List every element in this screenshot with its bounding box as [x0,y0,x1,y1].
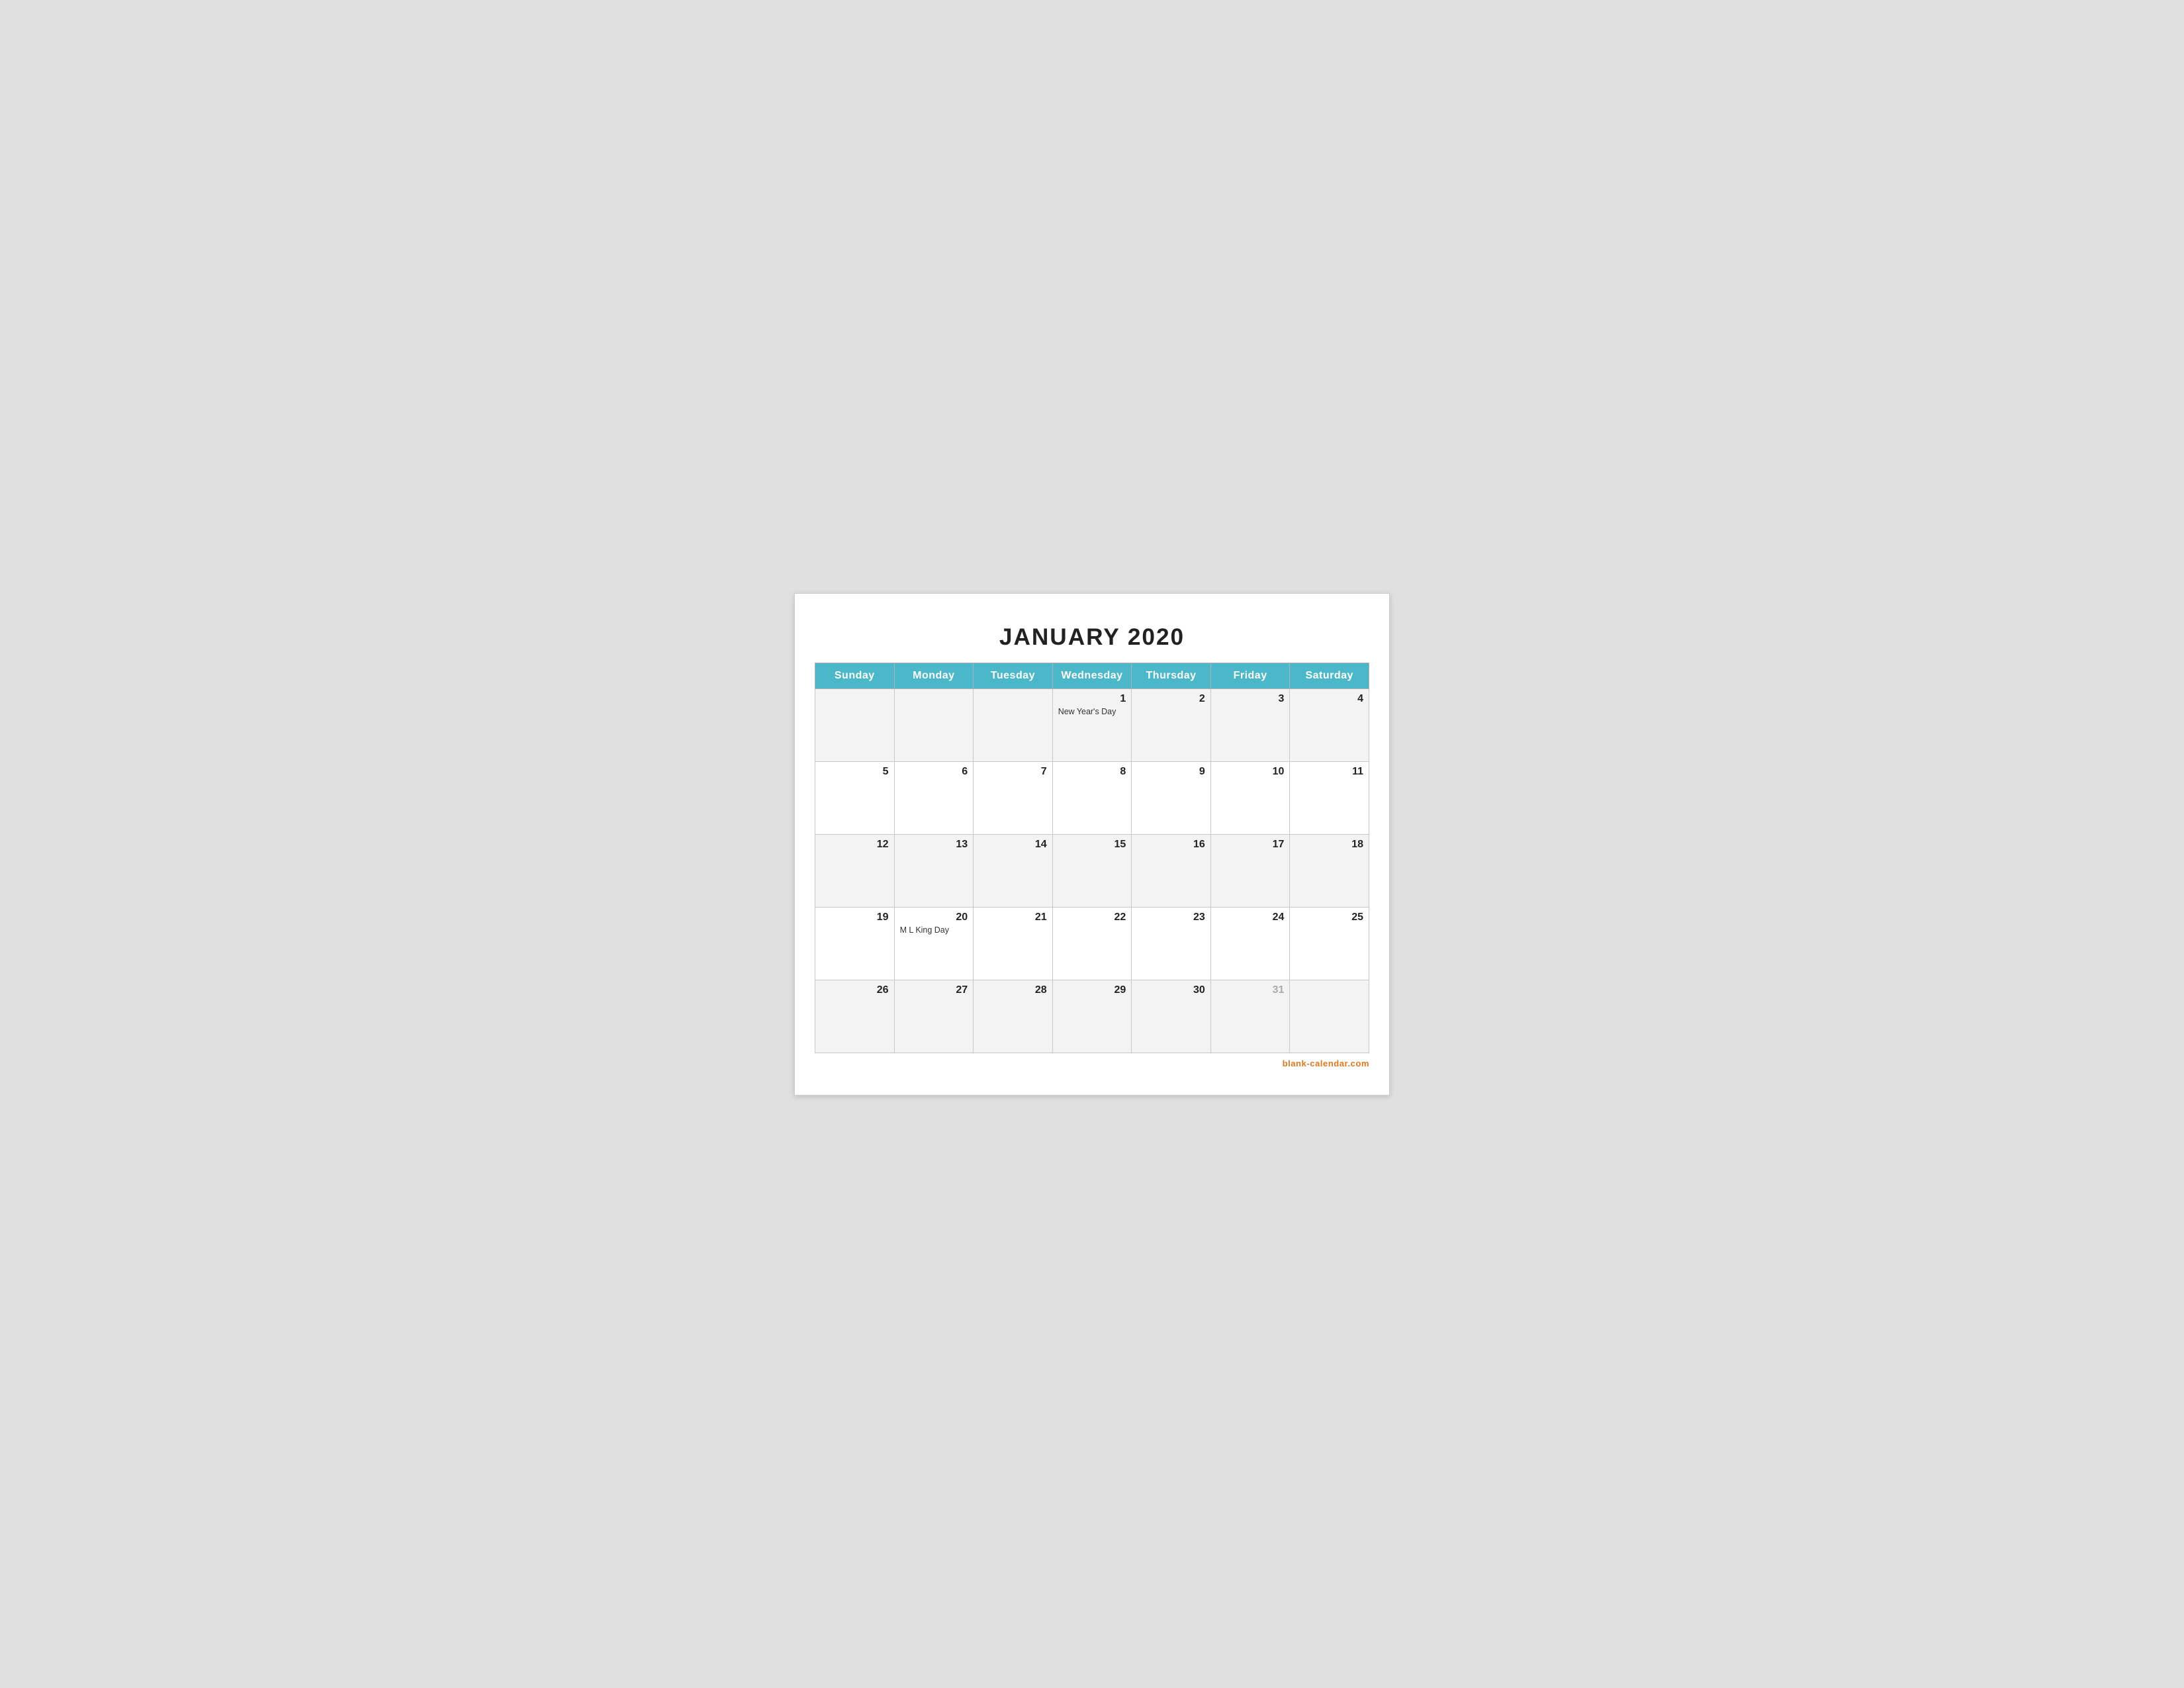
day-number: 28 [979,984,1047,996]
day-cell: 13 [894,834,974,907]
day-cell: 2 [1132,688,1211,761]
day-number: 2 [1137,693,1205,705]
day-cell: 27 [894,980,974,1053]
day-number: 19 [821,912,889,923]
day-cell: 22 [1052,907,1132,980]
day-number: 10 [1216,766,1285,778]
footer-url: blank-calendar.com [815,1058,1369,1068]
day-number: 3 [1216,693,1285,705]
day-number: 29 [1058,984,1126,996]
day-cell: 5 [815,761,895,834]
calendar-title: JANUARY 2020 [815,614,1369,663]
day-cell: 12 [815,834,895,907]
header-row: SundayMondayTuesdayWednesdayThursdayFrid… [815,663,1369,688]
header-day-wednesday: Wednesday [1052,663,1132,688]
day-number: 1 [1058,693,1126,705]
week-row-5: 26 27 28 29 30 31 [815,980,1369,1053]
week-row-3: 12 13 14 15 16 17 18 [815,834,1369,907]
day-cell: 21 [974,907,1053,980]
day-cell: 6 [894,761,974,834]
day-number: 24 [1216,912,1285,923]
day-number: 27 [900,984,968,996]
calendar-page: JANUARY 2020 SundayMondayTuesdayWednesda… [794,593,1390,1096]
day-number: 5 [821,766,889,778]
day-cell [894,688,974,761]
day-cell: 31 [1210,980,1290,1053]
day-number: 22 [1058,912,1126,923]
week-row-4: 19 20 M L King Day 21 22 23 24 25 [815,907,1369,980]
day-cell: 17 [1210,834,1290,907]
day-cell: 9 [1132,761,1211,834]
day-number: 17 [1216,839,1285,851]
header-day-friday: Friday [1210,663,1290,688]
header-day-saturday: Saturday [1290,663,1369,688]
day-cell: 11 [1290,761,1369,834]
day-cell: 16 [1132,834,1211,907]
day-cell [815,688,895,761]
day-cell: 15 [1052,834,1132,907]
day-cell: 30 [1132,980,1211,1053]
day-number: 31 [1216,984,1285,996]
day-number: 9 [1137,766,1205,778]
day-cell: 1 New Year's Day [1052,688,1132,761]
day-cell: 10 [1210,761,1290,834]
day-number: 12 [821,839,889,851]
day-cell: 14 [974,834,1053,907]
day-number: 20 [900,912,968,923]
day-number: 16 [1137,839,1205,851]
day-cell: 29 [1052,980,1132,1053]
day-number: 11 [1295,766,1363,778]
day-number: 23 [1137,912,1205,923]
day-cell: 20 M L King Day [894,907,974,980]
day-cell: 18 [1290,834,1369,907]
day-cell: 4 [1290,688,1369,761]
day-cell: 24 [1210,907,1290,980]
header-day-tuesday: Tuesday [974,663,1053,688]
calendar-table: SundayMondayTuesdayWednesdayThursdayFrid… [815,663,1369,1053]
day-cell: 23 [1132,907,1211,980]
day-number: 15 [1058,839,1126,851]
day-number: 13 [900,839,968,851]
day-number: 30 [1137,984,1205,996]
day-cell [974,688,1053,761]
header-day-thursday: Thursday [1132,663,1211,688]
day-number: 8 [1058,766,1126,778]
day-cell: 8 [1052,761,1132,834]
day-number: 18 [1295,839,1363,851]
day-cell: 7 [974,761,1053,834]
day-cell: 26 [815,980,895,1053]
week-row-1: 1 New Year's Day 234 [815,688,1369,761]
day-cell: 25 [1290,907,1369,980]
day-number: 6 [900,766,968,778]
day-number: 14 [979,839,1047,851]
day-number: 7 [979,766,1047,778]
day-cell: 28 [974,980,1053,1053]
day-number: 4 [1295,693,1363,705]
day-number: 25 [1295,912,1363,923]
header-day-sunday: Sunday [815,663,895,688]
day-cell: 3 [1210,688,1290,761]
holiday-label: M L King Day [900,925,968,935]
week-row-2: 56789 10 11 [815,761,1369,834]
day-number: 26 [821,984,889,996]
day-number: 21 [979,912,1047,923]
holiday-label: New Year's Day [1058,707,1126,716]
day-cell: 19 [815,907,895,980]
header-day-monday: Monday [894,663,974,688]
calendar-body: 1New Year's Day2345678910111213141516171… [815,688,1369,1053]
day-cell [1290,980,1369,1053]
